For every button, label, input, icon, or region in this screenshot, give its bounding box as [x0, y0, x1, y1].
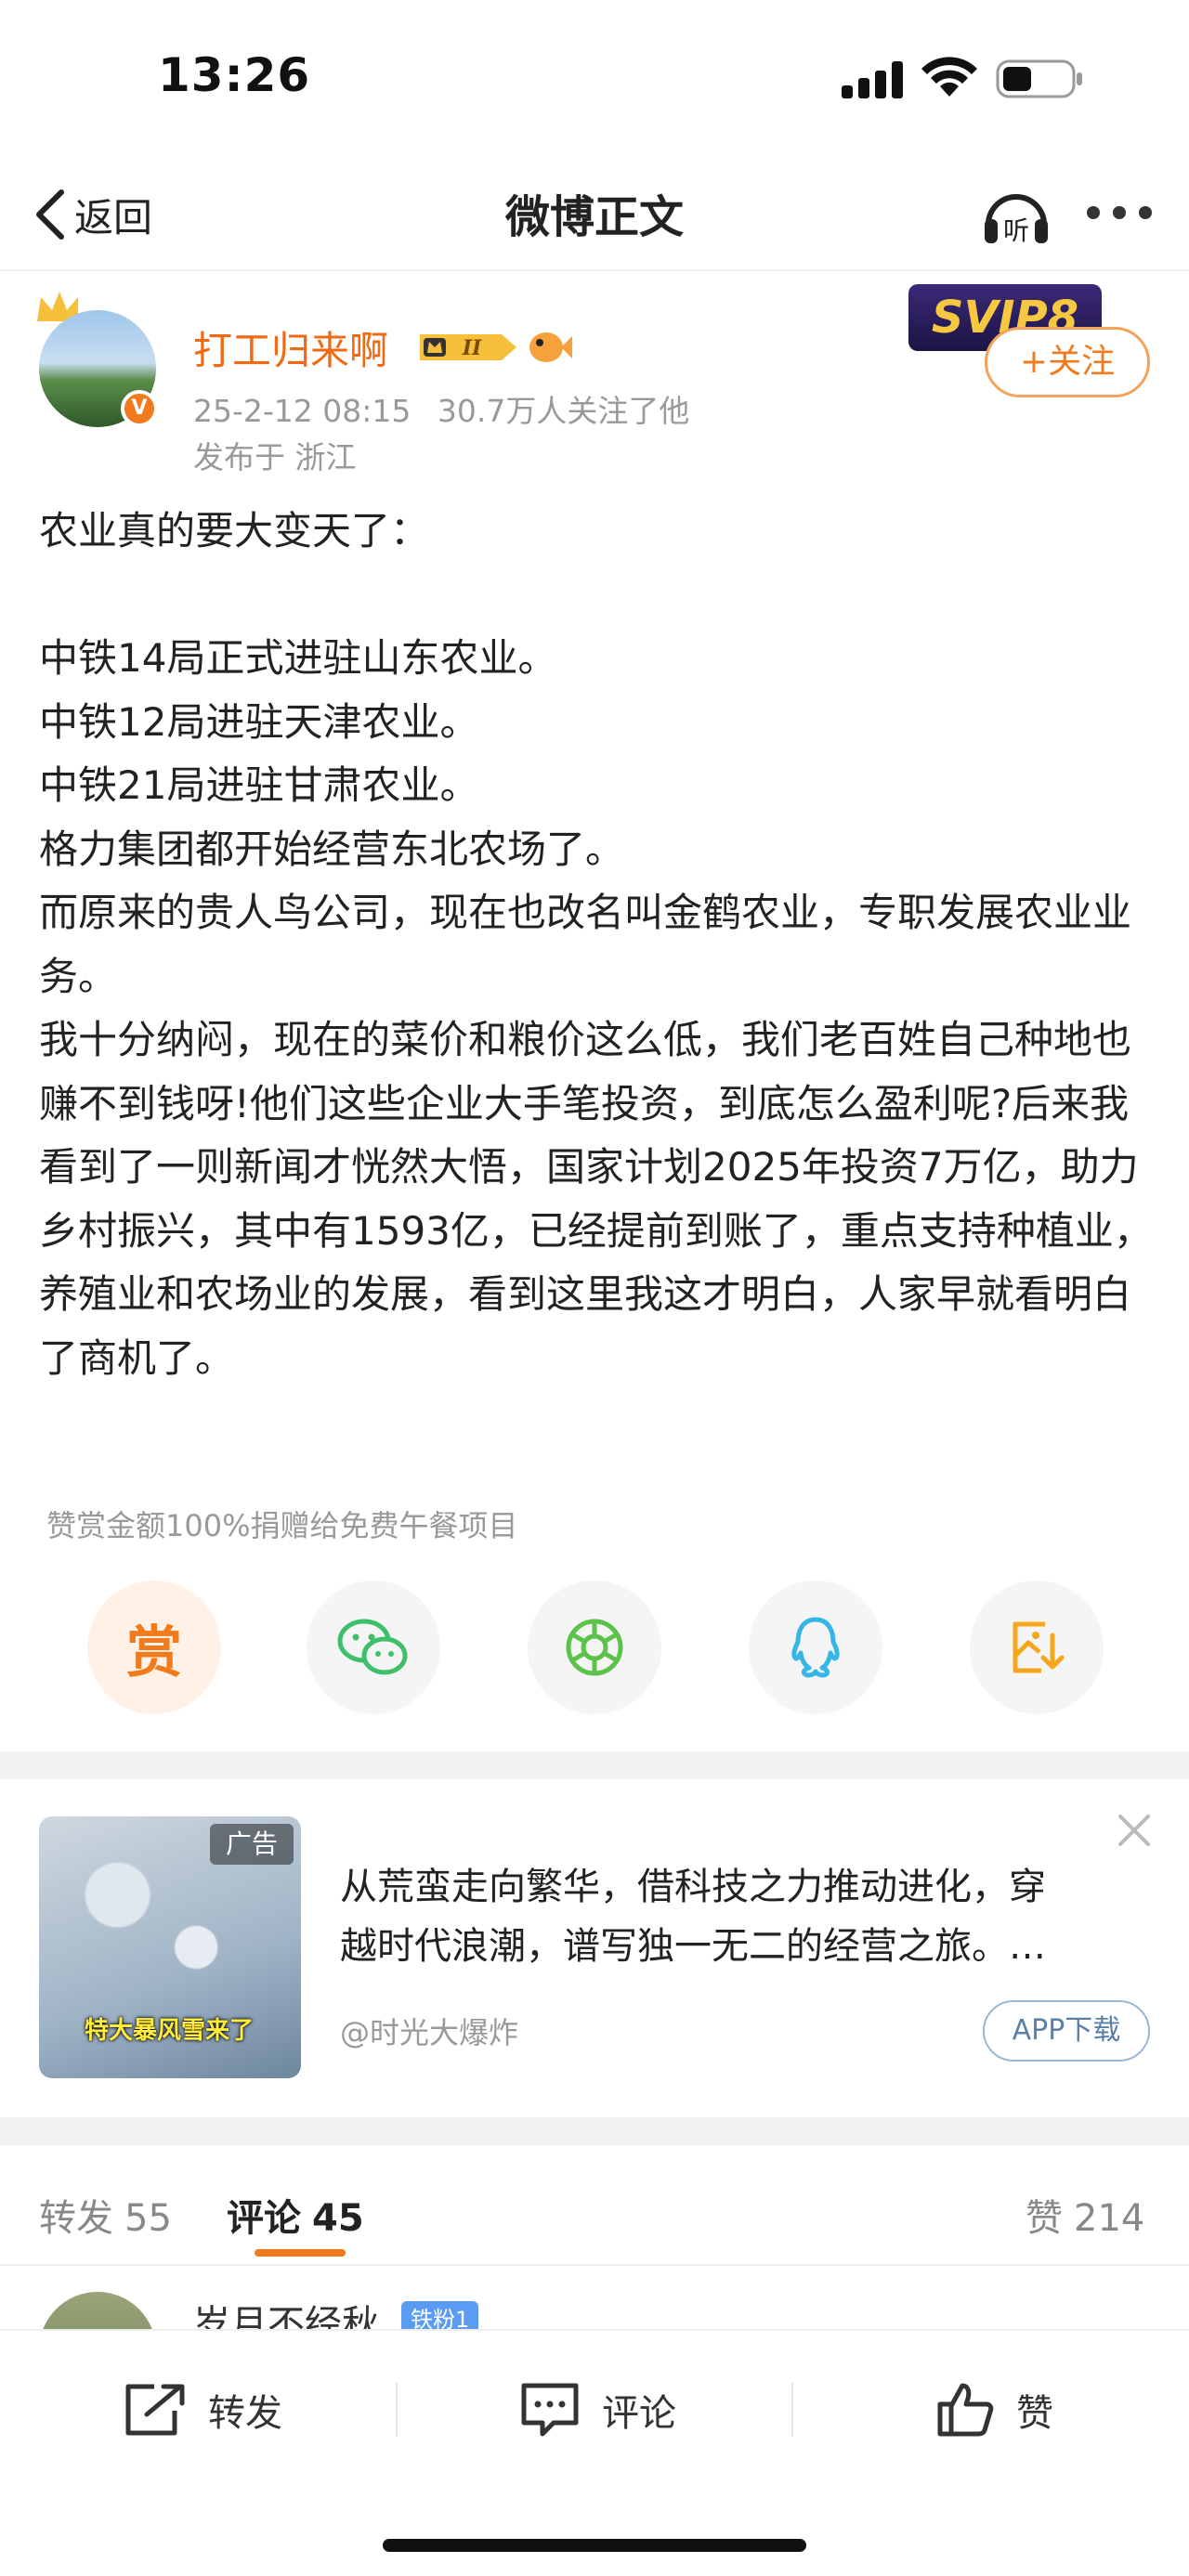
status-bar: 13:26 [0, 0, 1189, 158]
share-qq-button[interactable] [749, 1581, 882, 1714]
comment-label: 评论 [602, 2392, 676, 2435]
post-date: 25-2-12 08:15 [193, 393, 412, 429]
more-options-icon[interactable] [1087, 202, 1152, 225]
moments-icon [566, 1619, 623, 1676]
toolbar-separator [791, 2383, 793, 2437]
post-location: 发布于 浙江 [193, 439, 357, 475]
member-level-badge-icon: II [420, 334, 516, 360]
status-time: 13:26 [158, 48, 311, 102]
tab-comment[interactable]: 评论 45 [227, 2188, 364, 2242]
tab-comment-label: 评论 [227, 2197, 301, 2240]
home-indicator [383, 2539, 806, 2552]
share-row: 赏 [0, 1581, 1189, 1714]
ad-text[interactable]: 从荒蛮走向繁华，借科技之力推动进化，穿 越时代浪潮，谱写独一无二的经营之旅。… [340, 1857, 1139, 1976]
donation-note: 赞赏金额100%捐赠给免费午餐项目 [46, 1508, 518, 1543]
ad-text-line: 从荒蛮走向繁华，借科技之力推动进化，穿 [340, 1866, 1046, 1908]
ad-source[interactable]: @时光大爆炸 [340, 2010, 518, 2052]
member-level: II [462, 336, 482, 360]
share-wechat-button[interactable] [307, 1581, 440, 1714]
reward-button[interactable]: 赏 [87, 1581, 221, 1714]
section-divider [0, 2117, 1189, 2145]
battery-icon [996, 59, 1082, 98]
tab-like[interactable]: 赞 214 [1026, 2188, 1144, 2242]
active-tab-indicator [255, 2249, 346, 2257]
save-image-icon [1013, 1621, 1065, 1673]
interaction-tabs: 转发 55 评论 45 赞 214 [0, 2145, 1189, 2266]
post-meta: 25-2-12 08:15 30.7万人关注了他 [193, 386, 689, 431]
cellular-signal-icon [842, 61, 905, 98]
wechat-icon [337, 1619, 408, 1675]
follow-button[interactable]: +关注 [985, 327, 1150, 397]
bottom-toolbar: 转发 评论 赞 [0, 2329, 1189, 2576]
tab-repost[interactable]: 转发 55 [39, 2188, 172, 2242]
repost-icon [125, 2384, 185, 2436]
reward-icon: 赏 [126, 1620, 182, 1685]
tab-like-count: 214 [1074, 2197, 1145, 2240]
app-download-button[interactable]: APP下载 [983, 2000, 1150, 2062]
tab-comment-count: 45 [312, 2197, 364, 2240]
toolbar-separator [396, 2383, 398, 2437]
qq-icon [791, 1617, 840, 1678]
repost-label: 转发 [208, 2392, 282, 2435]
author-name[interactable]: 打工归来啊 [193, 319, 388, 376]
tab-like-label: 赞 [1026, 2197, 1063, 2240]
repost-button[interactable]: 转发 [123, 2372, 282, 2448]
like-button[interactable]: 赞 [934, 2372, 1053, 2448]
comment-icon [521, 2383, 579, 2437]
share-moments-button[interactable] [528, 1581, 661, 1714]
tab-repost-count: 55 [124, 2197, 172, 2240]
listen-label: 听 [1003, 215, 1029, 246]
ad-tag: 广告 [210, 1824, 294, 1865]
save-image-button[interactable] [970, 1581, 1104, 1714]
comment-button[interactable]: 评论 [518, 2372, 676, 2448]
like-label: 赞 [1016, 2392, 1053, 2435]
thumbs-up-icon [937, 2383, 994, 2437]
ad-text-line: 越时代浪潮，谱写独一无二的经营之旅。… [340, 1925, 1046, 1968]
wifi-icon [921, 57, 977, 97]
post-text: 农业真的要大变天了： 中铁14局正式进驻山东农业。 中铁12局进驻天津农业。 中… [39, 508, 1153, 1381]
follower-count: 30.7万人关注了他 [437, 393, 690, 429]
fish-icon [529, 332, 572, 362]
tab-repost-label: 转发 [39, 2197, 113, 2240]
close-icon[interactable] [1115, 1811, 1154, 1850]
nav-bar: 返回 微博正文 听 [0, 158, 1189, 271]
listen-headphones-icon[interactable]: 听 [981, 182, 1052, 247]
section-divider [0, 1751, 1189, 1779]
ad-image-caption: 特大暴风雪来了 [84, 2017, 254, 2045]
verified-badge-icon: V [121, 390, 158, 427]
